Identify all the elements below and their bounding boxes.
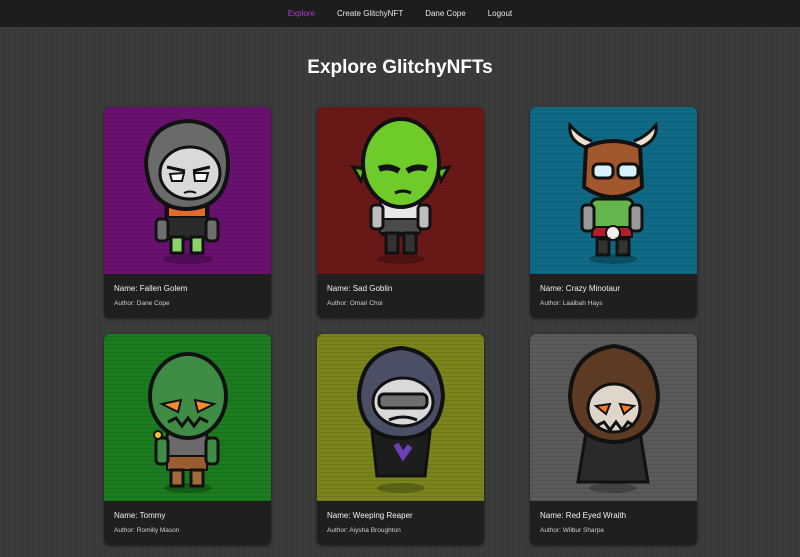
nft-card[interactable]: Name: Tommy Author: Romilly Mason	[104, 334, 271, 545]
nft-name: Name: Fallen Golem	[114, 284, 188, 293]
top-nav: Explore Create GlitchyNFT Dane Cope Logo…	[0, 0, 800, 27]
nft-card[interactable]: Name: Sad Goblin Author: Omari Choi	[317, 107, 484, 318]
nav-logout[interactable]: Logout	[488, 9, 512, 18]
nft-card[interactable]: Name: Weeping Reaper Author: Aiysha Brou…	[317, 334, 484, 545]
nft-art	[530, 334, 697, 501]
nft-card[interactable]: Name: Crazy Minotaur Author: Laaibah Hay…	[530, 107, 697, 318]
nft-author: Author: Romilly Mason	[114, 527, 180, 534]
orc-icon	[148, 352, 228, 493]
nft-name: Name: Sad Goblin	[327, 284, 393, 293]
goblin-icon	[350, 117, 452, 264]
nft-art	[104, 107, 271, 274]
nft-author: Author: Aiysha Broughton	[327, 527, 401, 534]
minotaur-icon	[568, 121, 658, 264]
nft-name: Name: Red Eyed Wraith	[540, 511, 627, 520]
reaper-icon	[356, 345, 446, 493]
golem-icon	[143, 118, 231, 264]
nft-art	[530, 107, 697, 274]
nav-explore[interactable]: Explore	[288, 9, 315, 18]
nft-author: Author: Omari Choi	[327, 300, 383, 307]
nft-author: Author: Laaibah Hays	[540, 300, 603, 307]
nft-art	[317, 334, 484, 501]
nft-card[interactable]: Name: Red Eyed Wraith Author: Wilbur Sha…	[530, 334, 697, 545]
nav-profile[interactable]: Dane Cope	[425, 9, 465, 18]
nft-name: Name: Tommy	[114, 511, 166, 520]
page-title: Explore GlitchyNFTs	[307, 57, 493, 78]
nft-author: Author: Wilbur Sharpe	[540, 527, 604, 534]
nft-author: Author: Dane Cope	[114, 300, 170, 307]
wraith-icon	[567, 343, 661, 493]
nft-art	[104, 334, 271, 501]
nft-art	[317, 107, 484, 274]
nft-name: Name: Weeping Reaper	[327, 511, 413, 520]
nft-name: Name: Crazy Minotaur	[540, 284, 621, 293]
nav-create[interactable]: Create GlitchyNFT	[337, 9, 403, 18]
nft-card[interactable]: Name: Fallen Golem Author: Dane Cope	[104, 107, 271, 318]
